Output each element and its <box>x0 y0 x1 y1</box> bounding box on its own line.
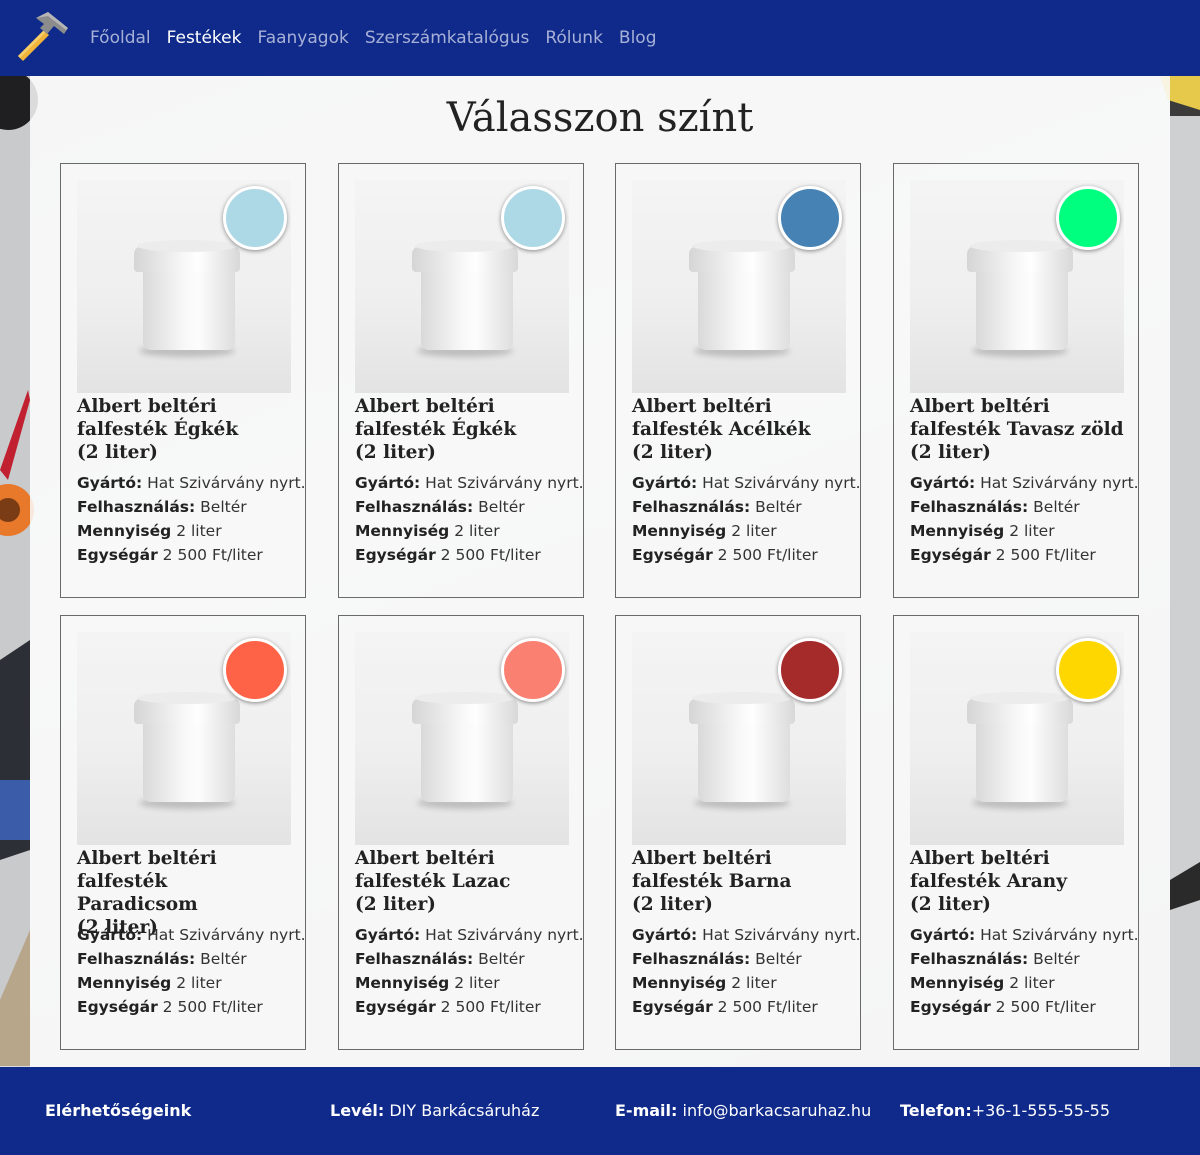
main-navigation: Főoldal Festékek Faanyagok Szerszámkatal… <box>82 24 665 52</box>
footer-email: E-mail: info@barkacsaruhaz.hu <box>615 1101 872 1120</box>
footer-phone: Telefon:+36-1-555-55-55 <box>900 1101 1111 1120</box>
product-specs: Gyártó: Hat Szivárvány nyrt. Felhasználá… <box>910 474 1139 564</box>
product-name[interactable]: Albert beltéri falfesték Tavasz zöld (2 … <box>910 395 1124 464</box>
nav-link-home[interactable]: Főoldal <box>82 24 159 52</box>
paint-bucket-image <box>910 180 1124 393</box>
color-swatch <box>778 186 842 250</box>
paint-bucket-image <box>355 632 569 845</box>
paint-bucket-image <box>77 180 291 393</box>
nav-link-timber[interactable]: Faanyagok <box>249 24 356 52</box>
color-swatch <box>1056 186 1120 250</box>
footer-mail: Levél: DIY Barkácsáruház <box>330 1101 540 1120</box>
product-specs: Gyártó: Hat Szivárvány nyrt. Felhasználá… <box>77 474 306 564</box>
product-card[interactable]: Albert beltéri falfesték Égkék (2 liter)… <box>60 163 306 598</box>
product-card[interactable]: Albert beltéri falfesték Acélkék (2 lite… <box>615 163 861 598</box>
nav-link-paints[interactable]: Festékek <box>159 24 250 52</box>
paint-bucket-image <box>355 180 569 393</box>
product-name[interactable]: Albert beltéri falfesték Acélkék (2 lite… <box>632 395 846 464</box>
color-swatch <box>1056 638 1120 702</box>
product-card[interactable]: Albert beltéri falfesték Tavasz zöld (2 … <box>893 163 1139 598</box>
product-specs: Gyártó: Hat Szivárvány nyrt. Felhasználá… <box>77 926 306 1016</box>
nav-link-blog[interactable]: Blog <box>611 24 665 52</box>
phone-link[interactable]: +36-1-555-55-55 <box>972 1101 1110 1120</box>
main-content: Válasszon színt Albert beltéri falfesték… <box>30 76 1170 1067</box>
color-swatch <box>223 638 287 702</box>
product-specs: Gyártó: Hat Szivárvány nyrt. Felhasználá… <box>632 926 861 1016</box>
product-name[interactable]: Albert beltéri falfesték Égkék (2 liter) <box>77 395 291 464</box>
color-swatch <box>778 638 842 702</box>
hammer-logo-icon[interactable] <box>14 12 68 64</box>
nav-link-tool-catalog[interactable]: Szerszámkatalógus <box>357 24 538 52</box>
color-swatch <box>223 186 287 250</box>
nav-link-about[interactable]: Rólunk <box>537 24 611 52</box>
product-name[interactable]: Albert beltéri falfesték Barna (2 liter) <box>632 847 846 916</box>
color-swatch <box>501 186 565 250</box>
site-footer: Elérhetőségeink Levél: DIY Barkácsáruház… <box>0 1067 1200 1155</box>
paint-bucket-image <box>77 632 291 845</box>
product-card[interactable]: Albert beltéri falfesték Paradicsom (2 l… <box>60 615 306 1050</box>
paint-bucket-image <box>632 180 846 393</box>
page-title: Válasszon színt <box>446 95 754 141</box>
paint-bucket-image <box>910 632 1124 845</box>
footer-heading: Elérhetőségeink <box>45 1101 192 1120</box>
product-card[interactable]: Albert beltéri falfesték Lazac (2 liter)… <box>338 615 584 1050</box>
color-swatch <box>501 638 565 702</box>
product-specs: Gyártó: Hat Szivárvány nyrt. Felhasználá… <box>355 474 584 564</box>
product-grid: Albert beltéri falfesték Égkék (2 liter)… <box>60 163 1140 1051</box>
product-card[interactable]: Albert beltéri falfesték Égkék (2 liter)… <box>338 163 584 598</box>
site-header: Főoldal Festékek Faanyagok Szerszámkatal… <box>0 0 1200 76</box>
product-card[interactable]: Albert beltéri falfesték Arany (2 liter)… <box>893 615 1139 1050</box>
paint-bucket-image <box>632 632 846 845</box>
product-name[interactable]: Albert beltéri falfesték Égkék (2 liter) <box>355 395 569 464</box>
email-link[interactable]: info@barkacsaruhaz.hu <box>683 1101 872 1120</box>
product-specs: Gyártó: Hat Szivárvány nyrt. Felhasználá… <box>910 926 1139 1016</box>
product-name[interactable]: Albert beltéri falfesték Arany (2 liter) <box>910 847 1124 916</box>
product-card[interactable]: Albert beltéri falfesték Barna (2 liter)… <box>615 615 861 1050</box>
product-specs: Gyártó: Hat Szivárvány nyrt. Felhasználá… <box>355 926 584 1016</box>
product-specs: Gyártó: Hat Szivárvány nyrt. Felhasználá… <box>632 474 861 564</box>
product-name[interactable]: Albert beltéri falfesték Lazac (2 liter) <box>355 847 569 916</box>
